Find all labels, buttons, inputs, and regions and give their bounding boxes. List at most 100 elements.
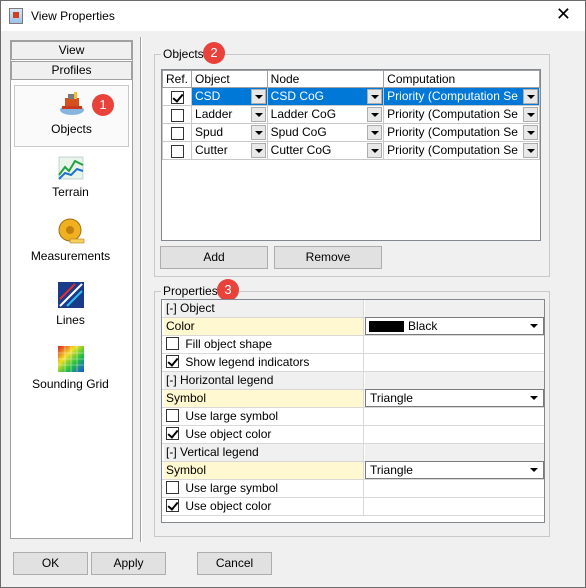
ref-cell[interactable]: [161, 105, 193, 124]
checkbox-wrap[interactable]: Use object color: [166, 498, 271, 515]
category-row-object[interactable]: [-] Object: [162, 300, 544, 318]
nav-item-objects[interactable]: Objects: [14, 85, 129, 147]
nav-section-profiles[interactable]: Profiles: [11, 61, 132, 80]
h-objcolor-checkbox[interactable]: [166, 427, 179, 441]
table-row[interactable]: Ladder Ladder CoG Priority (Computation …: [161, 105, 540, 124]
chevron-down-icon[interactable]: [523, 143, 538, 158]
computation-combo[interactable]: Priority (Computation Se: [383, 123, 540, 142]
checkbox-wrap[interactable]: Use large symbol: [166, 408, 278, 425]
ref-checkbox[interactable]: [170, 144, 184, 158]
nav-item-terrain[interactable]: Terrain: [14, 149, 129, 211]
chevron-down-icon[interactable]: [523, 89, 538, 104]
col-ref[interactable]: Ref.: [161, 70, 193, 88]
objects-group-title: Objects: [161, 47, 206, 61]
ref-checkbox[interactable]: [170, 126, 184, 140]
v-large-checkbox[interactable]: [166, 481, 179, 495]
category-value: [365, 300, 544, 317]
property-value-empty: [365, 426, 544, 443]
nav-item-lines[interactable]: Lines: [14, 277, 129, 339]
category-label[interactable]: [-] Horizontal legend: [164, 372, 364, 389]
node-value: CSD CoG: [270, 89, 324, 103]
checkbox-wrap[interactable]: Show legend indicators: [166, 354, 309, 371]
col-computation[interactable]: Computation: [383, 70, 540, 88]
property-row-h-objcolor[interactable]: Use object color: [162, 426, 544, 444]
computation-combo[interactable]: Priority (Computation Se: [383, 87, 540, 106]
property-row-color[interactable]: Color Black: [162, 317, 544, 336]
table-row[interactable]: CSD CSD CoG Priority (Computation Se: [161, 87, 540, 106]
table-row[interactable]: Cutter Cutter CoG Priority (Computation …: [161, 141, 540, 160]
color-dropdown[interactable]: Black: [365, 317, 544, 335]
callout-badge-1: 1: [92, 94, 114, 116]
chevron-down-icon[interactable]: [250, 143, 266, 158]
chevron-down-icon[interactable]: [250, 125, 266, 140]
chevron-down-icon[interactable]: [527, 319, 542, 334]
object-combo[interactable]: CSD: [191, 87, 268, 106]
chevron-down-icon[interactable]: [250, 107, 266, 122]
checkbox-wrap[interactable]: Use large symbol: [166, 480, 278, 497]
checkbox-wrap[interactable]: Fill object shape: [166, 336, 272, 353]
chevron-down-icon[interactable]: [367, 107, 383, 122]
category-row-vertical-legend[interactable]: [-] Vertical legend: [162, 444, 544, 462]
property-row-show-legend[interactable]: Show legend indicators: [162, 354, 544, 372]
chevron-down-icon[interactable]: [523, 125, 538, 140]
category-row-horizontal-legend[interactable]: [-] Horizontal legend: [162, 372, 544, 390]
category-label[interactable]: [-] Object: [164, 300, 364, 317]
col-node[interactable]: Node: [266, 70, 385, 88]
v-objcolor-checkbox[interactable]: [166, 499, 179, 513]
nav-item-sounding-grid[interactable]: Sounding Grid: [14, 341, 129, 403]
table-row[interactable]: Spud Spud CoG Priority (Computation Se: [161, 123, 540, 142]
ref-cell[interactable]: [161, 87, 193, 106]
property-row-v-objcolor[interactable]: Use object color: [162, 498, 544, 516]
fill-shape-checkbox[interactable]: [166, 337, 179, 351]
property-row-fill-shape[interactable]: Fill object shape: [162, 336, 544, 354]
property-row-h-large[interactable]: Use large symbol: [162, 408, 544, 426]
properties-group-title: Properties: [161, 284, 220, 298]
show-legend-checkbox[interactable]: [166, 355, 179, 369]
v-large-label: Use large symbol: [185, 481, 279, 495]
chevron-down-icon[interactable]: [527, 391, 542, 406]
ref-checkbox[interactable]: [170, 90, 184, 104]
ref-checkbox[interactable]: [170, 108, 184, 122]
node-combo[interactable]: Cutter CoG: [266, 141, 385, 160]
chevron-down-icon[interactable]: [367, 89, 383, 104]
chevron-down-icon[interactable]: [367, 143, 383, 158]
chevron-down-icon[interactable]: [523, 107, 538, 122]
object-combo[interactable]: Ladder: [191, 105, 268, 124]
property-row-v-symbol[interactable]: Symbol Triangle: [162, 461, 544, 480]
nav-item-measurements[interactable]: Measurements: [14, 213, 129, 275]
close-icon[interactable]: ✕: [556, 5, 571, 23]
computation-value: Priority (Computation Se: [387, 125, 518, 139]
nav-label-sounding-grid: Sounding Grid: [32, 377, 109, 391]
object-combo[interactable]: Cutter: [191, 141, 268, 160]
chevron-down-icon[interactable]: [527, 463, 542, 478]
fill-shape-label: Fill object shape: [185, 337, 273, 351]
h-symbol-dropdown[interactable]: Triangle: [365, 389, 544, 407]
computation-combo[interactable]: Priority (Computation Se: [383, 141, 540, 160]
v-symbol-dropdown[interactable]: Triangle: [365, 461, 544, 479]
nav-section-view[interactable]: View: [11, 41, 132, 60]
add-button[interactable]: Add: [160, 246, 268, 269]
ref-cell[interactable]: [161, 141, 193, 160]
remove-button[interactable]: Remove: [274, 246, 382, 269]
property-row-h-symbol[interactable]: Symbol Triangle: [162, 389, 544, 408]
category-label[interactable]: [-] Vertical legend: [164, 444, 364, 461]
col-object[interactable]: Object: [191, 70, 268, 88]
node-combo[interactable]: CSD CoG: [266, 87, 385, 106]
category-value: [365, 372, 544, 389]
ok-button[interactable]: OK: [13, 552, 88, 575]
computation-value: Priority (Computation Se: [387, 89, 518, 103]
property-row-v-large[interactable]: Use large symbol: [162, 480, 544, 498]
nav-label-lines: Lines: [56, 313, 85, 327]
ref-cell[interactable]: [161, 123, 193, 142]
chevron-down-icon[interactable]: [367, 125, 383, 140]
node-combo[interactable]: Ladder CoG: [266, 105, 385, 124]
object-combo[interactable]: Spud: [191, 123, 268, 142]
h-large-checkbox[interactable]: [166, 409, 179, 423]
node-combo[interactable]: Spud CoG: [266, 123, 385, 142]
checkbox-wrap[interactable]: Use object color: [166, 426, 271, 443]
chevron-down-icon[interactable]: [250, 89, 266, 104]
cancel-button[interactable]: Cancel: [197, 552, 272, 575]
apply-button[interactable]: Apply: [91, 552, 166, 575]
property-label: Color: [164, 318, 364, 335]
computation-combo[interactable]: Priority (Computation Se: [383, 105, 540, 124]
